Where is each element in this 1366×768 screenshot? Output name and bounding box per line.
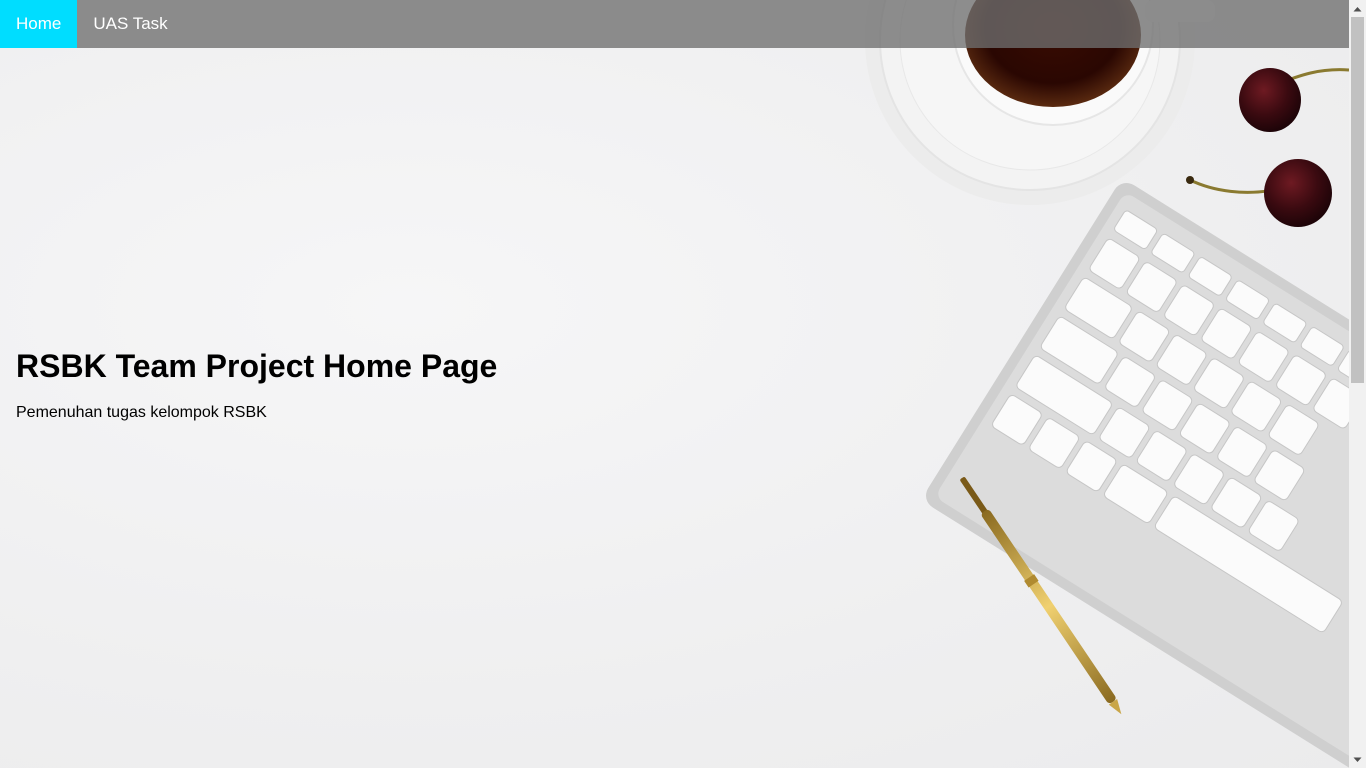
keyboard-icon <box>926 183 1349 768</box>
nav-home-link[interactable]: Home <box>0 0 78 48</box>
scrollbar-thumb[interactable] <box>1351 17 1364 383</box>
hero-text-block: RSBK Team Project Home Page Pemenuhan tu… <box>16 344 497 422</box>
nav-uas-task-link[interactable]: UAS Task <box>77 0 183 48</box>
top-navigation: Home UAS Task <box>0 0 1349 48</box>
vertical-scrollbar[interactable] <box>1349 0 1366 768</box>
scroll-down-arrow-icon[interactable] <box>1349 751 1366 768</box>
scroll-up-arrow-icon[interactable] <box>1349 0 1366 17</box>
cherries-icon <box>1186 68 1349 227</box>
page: Home UAS Task RSBK Team Project Home Pag… <box>0 0 1366 768</box>
page-title: RSBK Team Project Home Page <box>16 348 498 384</box>
page-subtitle: Pemenuhan tugas kelompok RSBK <box>16 404 267 421</box>
